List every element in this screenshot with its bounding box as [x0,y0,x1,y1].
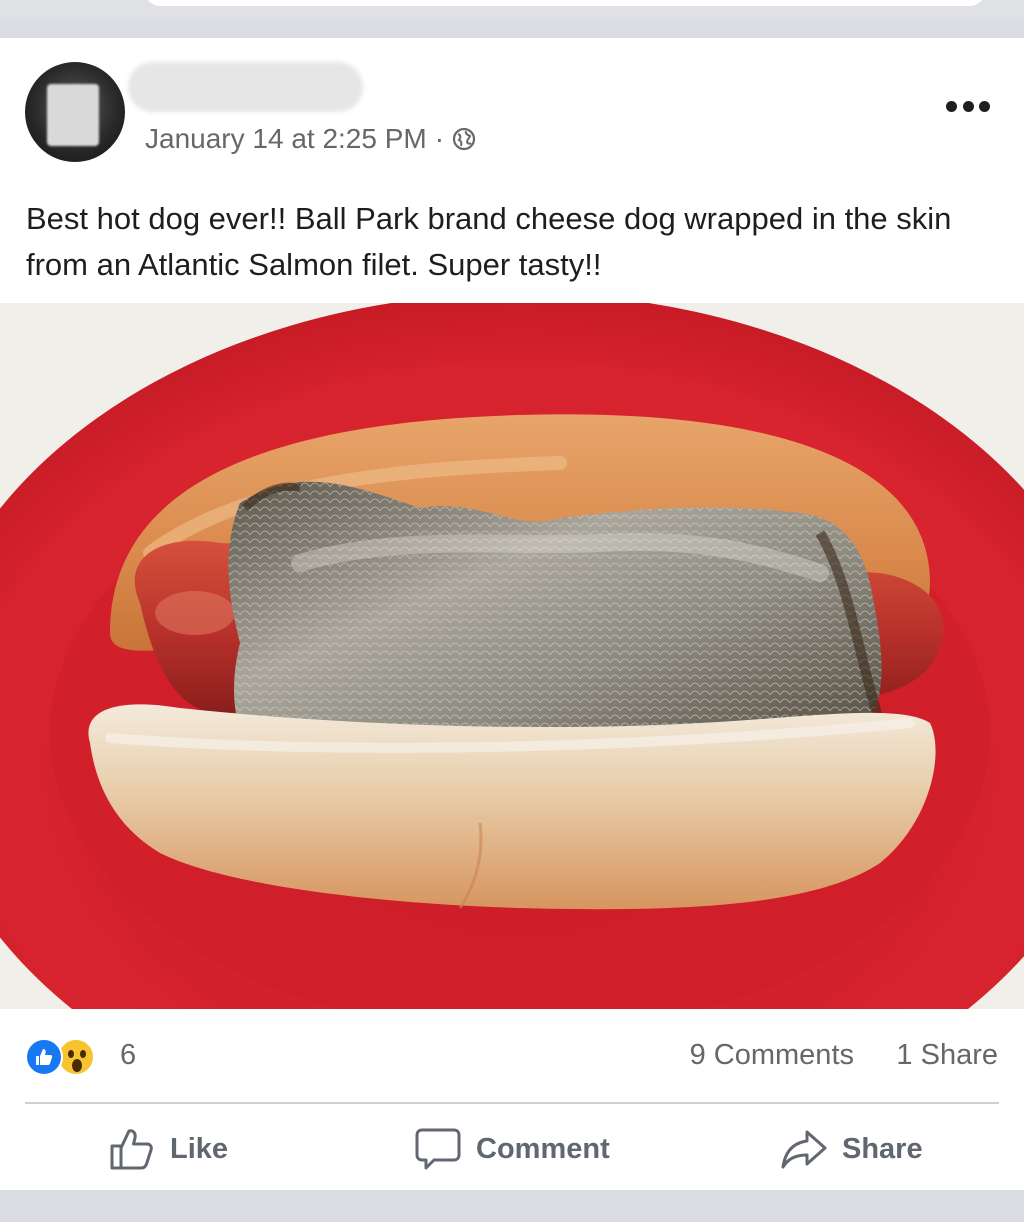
comment-label: Comment [476,1132,610,1165]
share-button[interactable]: Share [780,1124,923,1174]
post-photo[interactable] [0,303,1024,1009]
thumbs-up-icon [110,1129,153,1170]
feed-gap [0,1190,1024,1222]
reaction-count[interactable]: 6 [120,1039,136,1072]
shares-count[interactable]: 1 Share [896,1039,998,1072]
like-label: Like [170,1132,229,1165]
avatar-redaction [47,84,99,146]
meta-separator: · [434,123,445,154]
share-label: Share [842,1132,923,1165]
previous-card-edge [145,0,985,6]
post-header: January 14 at 2:25 PM · [0,38,1024,178]
comments-count[interactable]: 9 Comments [690,1039,854,1072]
avatar[interactable] [25,62,125,162]
share-arrow-icon [781,1130,827,1169]
like-reaction-icon [25,1038,63,1076]
post-text: Best hot dog ever!! Ball Park brand chee… [26,201,952,282]
previous-card-strip [0,0,1024,20]
post-meta: January 14 at 2:25 PM · [145,123,476,155]
comment-button[interactable]: Comment [414,1124,610,1174]
comment-bubble-icon [415,1128,461,1170]
action-bar: Like Comment Share [0,1114,1024,1184]
globe-icon [452,127,476,151]
post-timestamp[interactable]: January 14 at 2:25 PM [145,123,427,155]
author-name-redacted[interactable] [128,62,363,112]
hot-dog-photo [0,303,1024,1009]
like-button[interactable]: Like [108,1124,228,1174]
reactions-bar: 6 9 Comments 1 Share [0,1033,1024,1083]
more-options-icon[interactable] [946,96,990,116]
divider [25,1102,999,1104]
feed-post: January 14 at 2:25 PM · Best hot dog eve… [0,38,1024,1190]
reaction-icons[interactable] [25,1038,95,1076]
